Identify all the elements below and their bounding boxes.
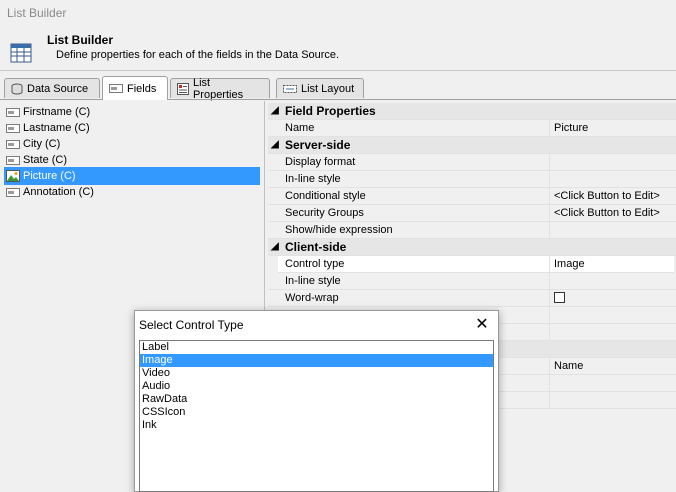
header-subtitle: Define properties for each of the fields… — [56, 49, 340, 61]
field-label: Annotation (C) — [23, 186, 94, 198]
word-wrap-checkbox[interactable] — [554, 292, 565, 303]
option-cssicon[interactable]: CSSIcon — [140, 406, 493, 419]
column-divider — [549, 171, 550, 188]
header: List Builder Define properties for each … — [0, 26, 676, 70]
field-label: Picture (C) — [23, 170, 76, 182]
field-item-firstname[interactable]: Firstname (C) — [4, 104, 260, 120]
control-type-listbox[interactable]: Label Image Video Audio RawData CSSIcon … — [139, 340, 494, 492]
column-divider — [549, 120, 550, 137]
tab-list-properties[interactable]: List Properties — [170, 76, 270, 101]
column-divider — [549, 154, 550, 171]
property-value[interactable]: Picture — [554, 122, 588, 134]
option-image[interactable]: Image — [140, 354, 493, 367]
option-video[interactable]: Video — [140, 367, 493, 380]
field-label: Firstname (C) — [23, 106, 91, 118]
property-label: Display format — [285, 156, 356, 168]
column-divider — [549, 375, 550, 392]
property-label: In-line style — [285, 275, 341, 287]
field-icon — [109, 84, 123, 93]
header-title: List Builder — [47, 33, 114, 47]
window-titlebar: List Builder — [0, 0, 676, 26]
property-row-word-wrap[interactable]: Word-wrap — [268, 290, 676, 307]
collapse-icon[interactable]: ◢ — [271, 242, 279, 252]
field-icon — [6, 139, 20, 149]
property-label: Security Groups — [285, 207, 364, 219]
property-row-control-type[interactable]: Control type Image — [278, 256, 674, 273]
property-label: Name — [285, 122, 315, 134]
field-item-lastname[interactable]: Lastname (C) — [4, 120, 260, 136]
database-icon — [11, 83, 23, 94]
property-row-security-groups[interactable]: Security Groups <Click Button to Edit> — [268, 205, 676, 222]
column-divider — [549, 205, 550, 222]
column-divider — [549, 307, 550, 324]
select-control-type-dialog: Select Control Type ✕ Label Image Video … — [134, 310, 499, 492]
property-row-inline-style[interactable]: In-line style — [268, 171, 676, 188]
field-item-picture[interactable]: Picture (C) — [4, 167, 260, 185]
tab-fields[interactable]: Fields — [102, 76, 168, 100]
field-label: Lastname (C) — [23, 122, 90, 134]
column-divider — [549, 290, 550, 307]
column-divider — [549, 324, 550, 341]
property-label: Control type — [285, 258, 345, 270]
field-icon — [6, 123, 20, 133]
property-label: Conditional style — [285, 190, 366, 202]
header-separator — [0, 70, 676, 71]
tab-bar: Data Source Fields List Properties List … — [0, 76, 676, 101]
picture-icon — [6, 170, 20, 182]
field-label: City (C) — [23, 138, 61, 150]
property-row-name[interactable]: Name Picture — [268, 120, 676, 137]
property-row-showhide[interactable]: Show/hide expression — [268, 222, 676, 239]
field-item-annotation[interactable]: Annotation (C) — [4, 184, 260, 200]
category-field-properties[interactable]: ◢ Field Properties — [268, 103, 676, 120]
property-label: Show/hide expression — [285, 224, 393, 236]
column-divider — [549, 256, 550, 273]
tab-list-layout[interactable]: List Layout — [276, 78, 364, 98]
column-divider — [549, 273, 550, 290]
category-label: Field Properties — [285, 104, 376, 118]
property-value[interactable]: <Click Button to Edit> — [554, 207, 660, 219]
field-label: State (C) — [23, 154, 68, 166]
category-label: Client-side — [285, 240, 347, 254]
property-value[interactable]: <Click Button to Edit> — [554, 190, 660, 202]
property-row-conditional-style[interactable]: Conditional style <Click Button to Edit> — [268, 188, 676, 205]
dialog-title: Select Control Type — [139, 318, 244, 332]
tab-label: List Layout — [301, 82, 355, 95]
property-row-display-format[interactable]: Display format — [268, 154, 676, 171]
collapse-icon[interactable]: ◢ — [271, 140, 279, 150]
column-divider — [549, 392, 550, 409]
field-icon — [6, 155, 20, 165]
field-icon — [6, 187, 20, 197]
layout-icon — [283, 84, 297, 93]
tab-label: List Properties — [192, 76, 244, 101]
column-divider — [549, 358, 550, 375]
column-divider — [549, 188, 550, 205]
tab-label: Data Source — [27, 82, 89, 95]
properties-icon — [177, 82, 189, 95]
property-value[interactable]: Name — [554, 360, 583, 372]
window-title: List Builder — [7, 6, 67, 20]
property-label: In-line style — [285, 173, 341, 185]
collapse-icon[interactable]: ◢ — [271, 106, 279, 116]
field-item-state[interactable]: State (C) — [4, 152, 260, 168]
option-ink[interactable]: Ink — [140, 419, 493, 432]
property-row-inline-style-client[interactable]: In-line style — [268, 273, 676, 290]
category-label: Server-side — [285, 138, 351, 152]
category-client-side[interactable]: ◢ Client-side — [268, 239, 676, 256]
category-server-side[interactable]: ◢ Server-side — [268, 137, 676, 154]
tab-label: Fields — [127, 82, 157, 95]
column-divider — [549, 222, 550, 239]
field-icon — [6, 107, 20, 117]
option-audio[interactable]: Audio — [140, 380, 493, 393]
option-rawdata[interactable]: RawData — [140, 393, 493, 406]
tab-data-source[interactable]: Data Source — [4, 78, 100, 98]
property-label: Word-wrap — [285, 292, 339, 304]
option-label[interactable]: Label — [140, 341, 493, 354]
field-item-city[interactable]: City (C) — [4, 136, 260, 152]
table-icon — [10, 43, 32, 63]
property-value[interactable]: Image — [554, 258, 585, 270]
close-icon[interactable]: ✕ — [471, 313, 493, 335]
